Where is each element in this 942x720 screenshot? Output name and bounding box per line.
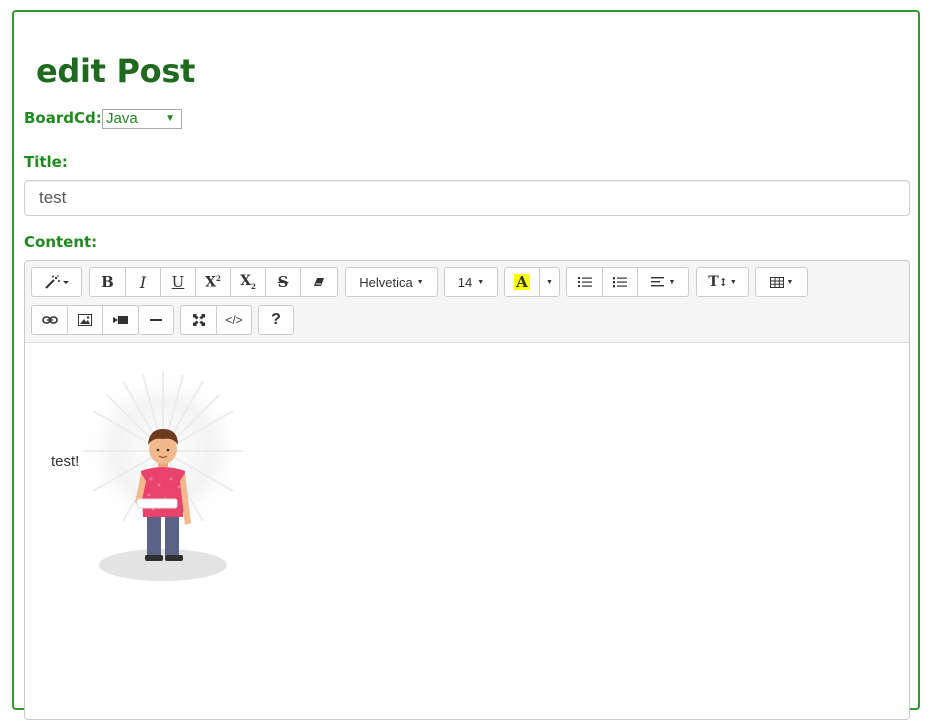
caret-down-icon: ▼ [729, 278, 737, 286]
edit-post-card: edit Post BoardCd: Java ▼ Title: test Co… [12, 10, 920, 720]
picture-icon [78, 314, 92, 326]
magic-style-button[interactable] [31, 267, 82, 297]
help-icon: ? [271, 311, 281, 328]
title-input-value: test [39, 188, 67, 207]
magic-icon [44, 275, 69, 289]
font-size-dropdown[interactable]: 14 ▼ [444, 267, 498, 297]
table-dropdown[interactable]: ▼ [755, 267, 808, 297]
editor-toolbar: B I U X2 X2 S Helvetica ▼ 14 ▼ A ▼ ▼ T↕ … [25, 261, 909, 343]
link-icon [41, 316, 58, 324]
line-height-icon: T↕ [708, 274, 728, 290]
board-label: BoardCd: [24, 109, 102, 127]
font-family-dropdown[interactable]: Helvetica ▼ [345, 267, 438, 297]
ordered-list-icon [613, 277, 627, 288]
bold-icon: B [101, 273, 114, 291]
editor-content-area[interactable]: test! [25, 343, 909, 719]
content-text: test! [51, 453, 80, 470]
insert-picture-button[interactable] [67, 305, 103, 335]
italic-button[interactable]: I [125, 267, 161, 297]
line-height-letter: T [708, 274, 719, 290]
rich-text-editor: B I U X2 X2 S Helvetica ▼ 14 ▼ A ▼ ▼ T↕ … [24, 260, 910, 720]
bold-button[interactable]: B [89, 267, 126, 297]
ordered-list-button[interactable] [602, 267, 638, 297]
caret-down-icon: ▼ [546, 278, 553, 286]
italic-icon: I [139, 272, 147, 292]
board-select[interactable]: Java ▼ [102, 109, 182, 129]
clear-format-button[interactable] [300, 267, 338, 297]
table-icon [769, 276, 784, 288]
paragraph-align-button[interactable]: ▼ [637, 267, 689, 297]
eraser-icon [314, 278, 324, 286]
text-color-button[interactable]: A [504, 267, 540, 297]
board-select-value: Java [106, 110, 138, 127]
person-illustration [81, 369, 245, 581]
caret-down-icon: ▼ [668, 278, 676, 286]
strikethrough-icon: S [277, 273, 289, 291]
underline-icon: U [171, 273, 185, 291]
unordered-list-icon [577, 277, 592, 287]
page-title: edit Post [36, 52, 196, 90]
fullscreen-icon [192, 314, 205, 326]
line-height-dropdown[interactable]: T↕ ▼ [696, 267, 749, 297]
unordered-list-button[interactable] [566, 267, 603, 297]
video-icon [112, 316, 128, 324]
horizontal-rule-button[interactable] [138, 305, 174, 335]
title-input[interactable]: test [24, 180, 910, 216]
code-view-button[interactable]: </> [216, 305, 252, 335]
insert-link-button[interactable] [31, 305, 68, 335]
superscript-button[interactable]: X2 [195, 267, 231, 297]
subscript-button[interactable]: X2 [230, 267, 266, 297]
caret-down-icon: ▼ [477, 278, 485, 286]
content-label: Content: [24, 233, 98, 251]
font-color-icon: A [514, 273, 530, 291]
strikethrough-button[interactable]: S [265, 267, 301, 297]
text-color-dropdown[interactable]: ▼ [539, 267, 560, 297]
insert-video-button[interactable] [102, 305, 139, 335]
align-icon [650, 277, 664, 287]
font-size-value: 14 [457, 274, 473, 290]
subscript-icon: X2 [240, 273, 256, 291]
horizontal-rule-icon [150, 319, 162, 321]
underline-button[interactable]: U [160, 267, 196, 297]
fullscreen-button[interactable] [180, 305, 217, 335]
caret-down-icon: ▼ [786, 278, 794, 286]
title-label: Title: [24, 153, 68, 171]
help-button[interactable]: ? [258, 305, 294, 335]
caret-down-icon: ▼ [416, 278, 424, 286]
code-view-icon: </> [225, 313, 243, 327]
superscript-icon: X2 [205, 273, 221, 291]
font-family-value: Helvetica [359, 274, 413, 290]
chevron-down-icon: ▼ [165, 113, 175, 124]
